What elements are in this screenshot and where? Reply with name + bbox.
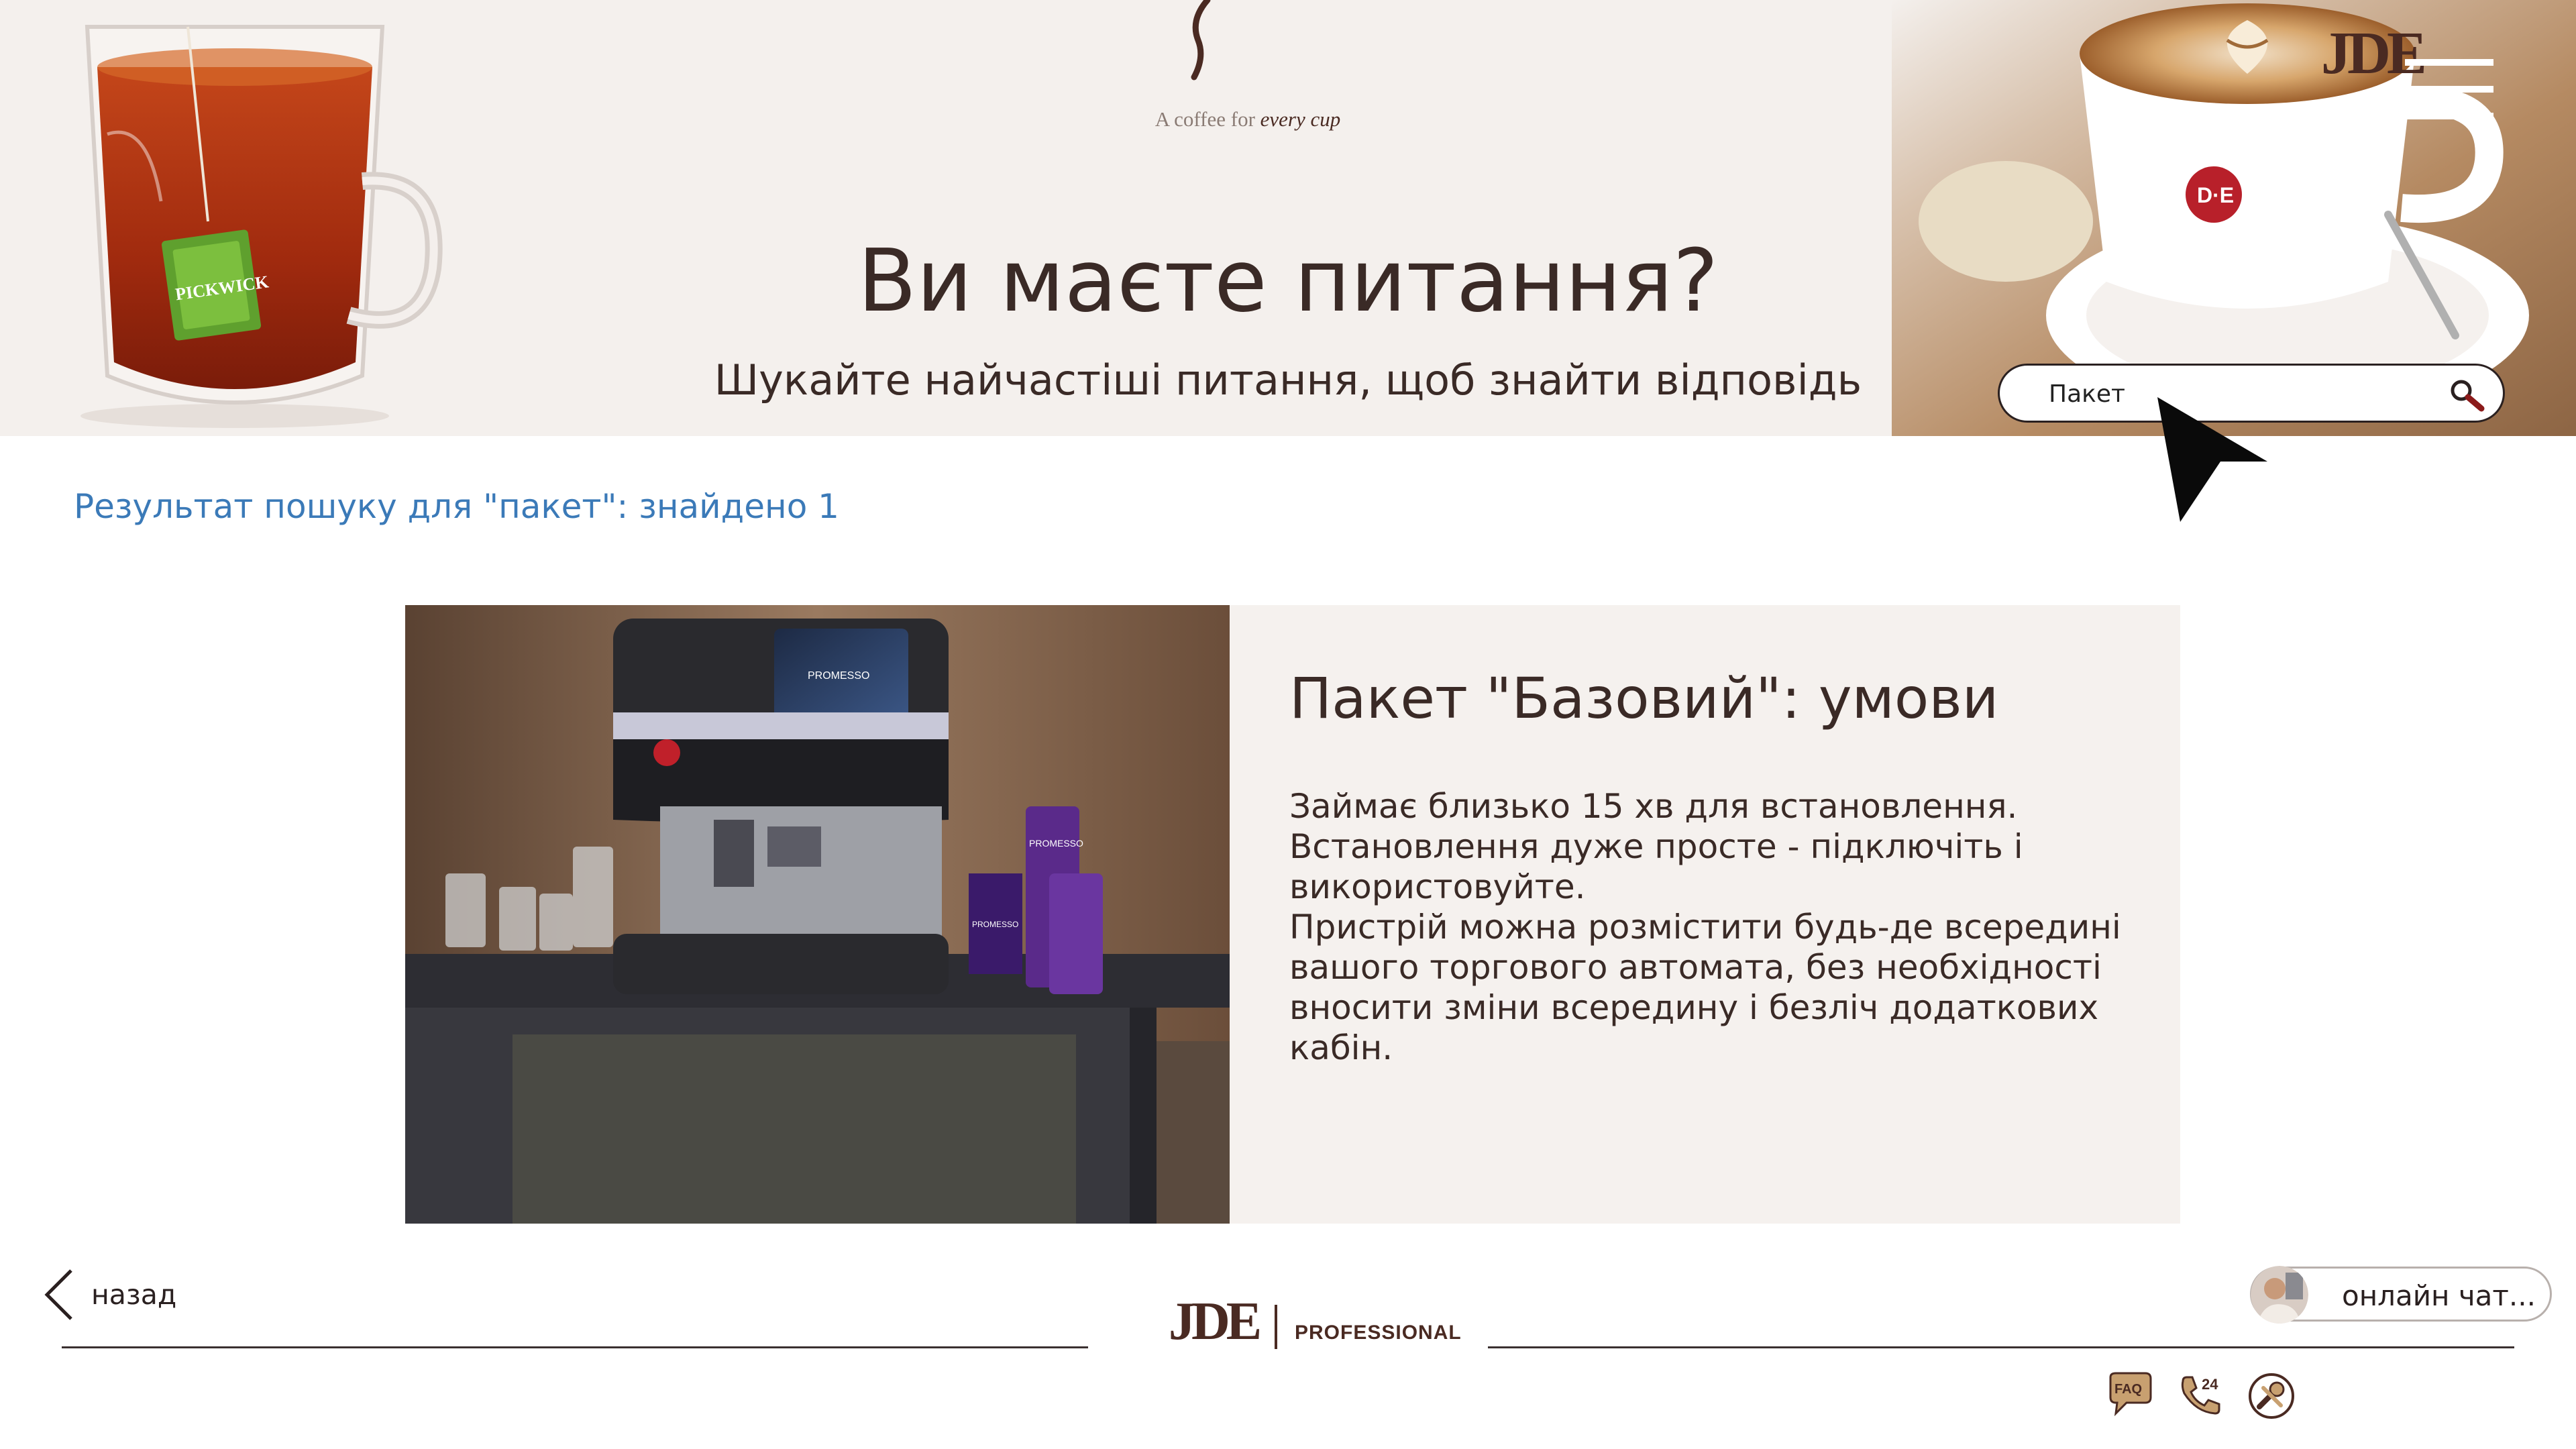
tagline: A coffee for every cup — [1134, 107, 1362, 131]
tools-wrench-icon[interactable] — [2247, 1372, 2296, 1420]
svg-text:D·E: D·E — [2197, 183, 2234, 207]
footer-logo-subtitle: PROFESSIONAL — [1295, 1322, 1462, 1344]
screen-brand-label: PROMESSO — [808, 670, 869, 682]
result-body-line: Встановлення дуже просте - підключіть і … — [1289, 827, 2023, 906]
cup-brand-label: PROMESSO — [1029, 838, 1083, 849]
footer-divider — [62, 1346, 1088, 1348]
menu-bar — [2405, 59, 2493, 66]
back-label: назад — [91, 1279, 177, 1311]
chat-label: онлайн чат... — [2342, 1279, 2536, 1312]
magnifier-icon[interactable] — [2448, 378, 2485, 413]
footer-logo-wordmark: JDE — [1169, 1292, 1262, 1351]
phone-24-label: 24 — [2202, 1376, 2218, 1393]
chevron-left-icon — [44, 1269, 72, 1320]
menu-bar — [2405, 113, 2493, 119]
faq-chat-icon[interactable]: FAQ — [2106, 1372, 2155, 1420]
result-body-line: Пристрій можна розмістити будь-де всеред… — [1289, 908, 2121, 1067]
hamburger-menu-icon[interactable] — [2405, 59, 2493, 119]
footer-logo-divider — [1275, 1305, 1277, 1349]
tagline-emphasis: every cup — [1260, 107, 1341, 131]
result-body-line: Займає близько 15 хв для встановлення. — [1289, 787, 2018, 826]
menu-bar — [2405, 86, 2493, 93]
online-chat-button[interactable]: онлайн чат... — [2250, 1266, 2552, 1324]
result-title[interactable]: Пакет "Базовий": умови — [1289, 665, 1998, 731]
box-brand-label: PROMESSO — [972, 920, 1018, 929]
jde-professional-logo[interactable]: JDE PROFESSIONAL — [1167, 1291, 1461, 1375]
search-input[interactable] — [2049, 377, 2424, 411]
hero-banner: PICKWICK D·E JDE A coffee for every cup … — [0, 0, 2576, 436]
result-body: Займає близько 15 хв для встановлення. В… — [1289, 786, 2161, 1068]
tagline-plain: A coffee for — [1155, 107, 1260, 131]
phone-24-icon[interactable]: 24 — [2176, 1372, 2224, 1420]
footer-divider — [1488, 1346, 2514, 1348]
avatar — [2251, 1266, 2308, 1324]
search-result-summary: Результат пошуку для "пакет": знайдено 1 — [74, 487, 839, 526]
logo-bean-icon — [1191, 0, 1211, 80]
page-title: Ви маєте питання? — [857, 231, 1719, 331]
faq-label: FAQ — [2114, 1382, 2142, 1397]
coffee-machine-image: PROMESSO PROMESSO PROMESSO — [405, 605, 1230, 1224]
result-card[interactable]: PROMESSO PROMESSO PROMESSO Пакет "Базови… — [405, 605, 2180, 1224]
search-box — [1998, 364, 2505, 423]
